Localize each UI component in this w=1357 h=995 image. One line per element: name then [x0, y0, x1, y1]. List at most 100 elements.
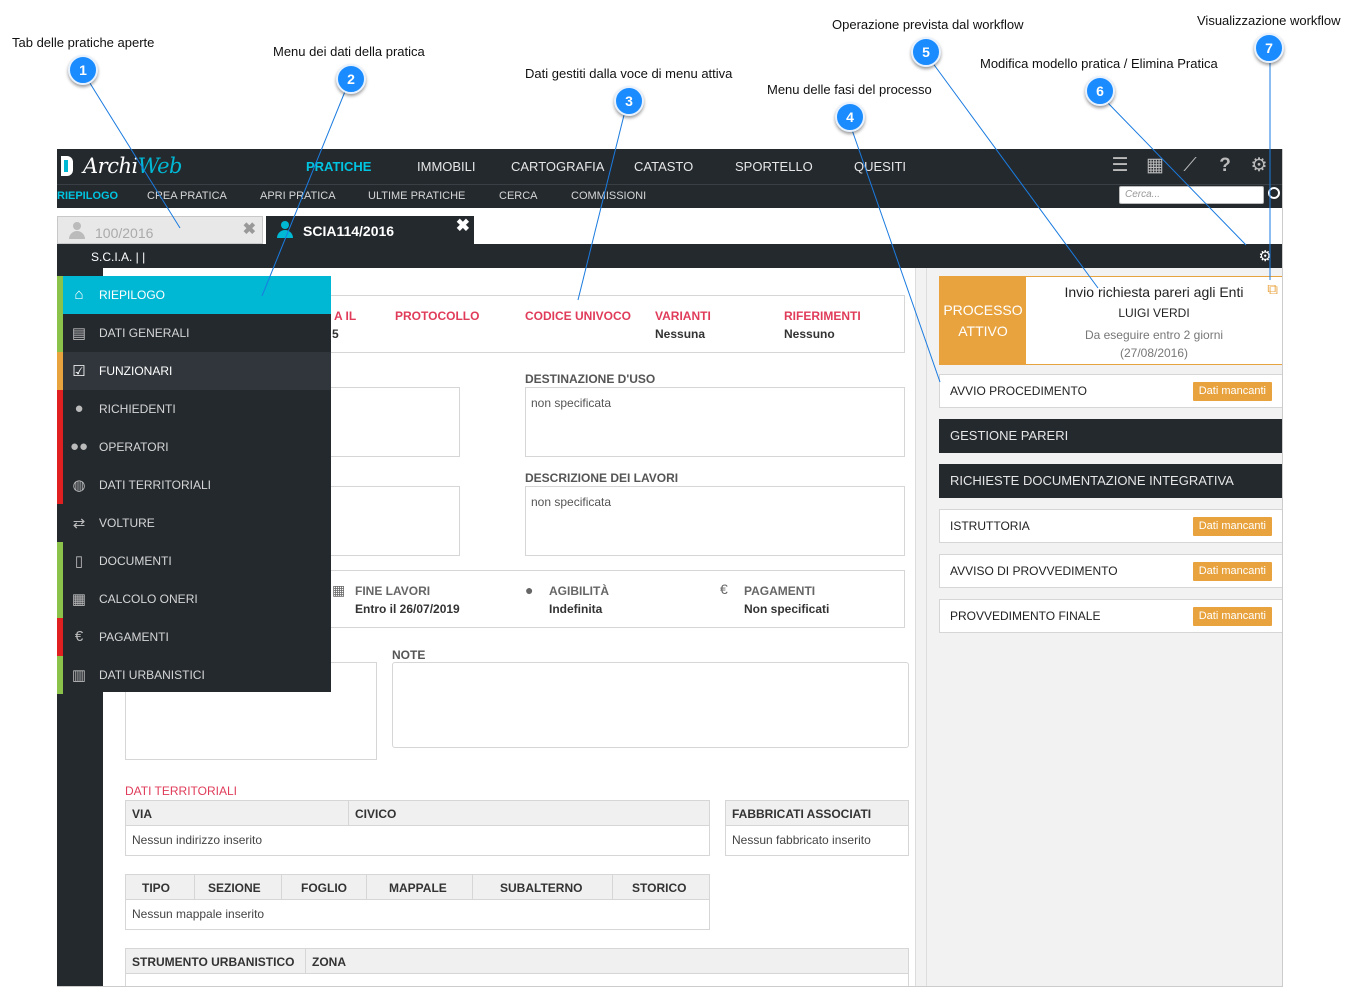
tab-100-2016[interactable]: 100/2016 ✖ [57, 216, 263, 244]
callout-label-6: Modifica modello pratica / Elimina Prati… [980, 56, 1218, 71]
territorial-section-title: DATI TERRITORIALI [125, 784, 238, 798]
open-practice-tabs: 100/2016 ✖ SCIA114/2016 ✖ [57, 208, 1282, 244]
menu-item-volture[interactable]: ⇄ VOLTURE [57, 504, 331, 542]
task-deadline: Da eseguire entro 2 giorni (27/08/2016) [1026, 326, 1282, 362]
works-field[interactable]: non specificata [525, 486, 905, 556]
phase-label: ISTRUTTORIA [950, 519, 1030, 533]
phase-richieste-documentazione[interactable]: RICHIESTE DOCUMENTAZIONE INTEGRATIVA [939, 464, 1282, 498]
close-icon[interactable]: ✖ [456, 216, 470, 236]
subnav-crea-pratica[interactable]: CREA PRATICA [147, 190, 227, 202]
address-table: VIA CIVICO Nessun indirizzo inserito [125, 800, 710, 856]
notes-textarea[interactable] [392, 662, 909, 748]
task-assignee: LUIGI VERDI [1118, 306, 1190, 320]
task-deadline-line-2: (27/08/2016) [1119, 346, 1189, 360]
buildings-table: FABBRICATI ASSOCIATI Nessun fabbricato i… [725, 800, 909, 856]
help-icon[interactable]: ? [1214, 155, 1236, 177]
column-header: FABBRICATI ASSOCIATI [732, 807, 872, 821]
table-header: TIPO SEZIONE FOGLIO MAPPALE SUBALTERNO S… [126, 875, 709, 900]
tab-label: SCIA114/2016 [303, 223, 395, 239]
active-process-tag: PROCESSO ATTIVO [940, 277, 1026, 364]
menu-item-dati-territoriali[interactable]: ◍ DATI TERRITORIALI [57, 466, 331, 504]
variants-value: Nessuna [655, 327, 706, 341]
task-deadline-line-1: Da eseguire entro 2 giorni [1084, 328, 1224, 342]
nav-cartografia[interactable]: CARTOGRAFIA [511, 159, 604, 174]
payments-label: PAGAMENTI [744, 584, 816, 598]
subnav-cerca[interactable]: CERCA [499, 190, 538, 202]
column-header: FOGLIO [301, 881, 347, 895]
logo[interactable]: ArchiWeb [61, 153, 182, 179]
calendar-icon[interactable]: ▦ [1144, 155, 1166, 177]
subnav-ultime-pratiche[interactable]: ULTIME PRATICHE [368, 190, 465, 202]
column-header: STRUMENTO URBANISTICO [132, 955, 295, 969]
nav-immobili[interactable]: IMMOBILI [417, 159, 476, 174]
menu-item-richiedenti[interactable]: ● RICHIEDENTI [57, 390, 331, 428]
nav-pratiche[interactable]: PRATICHE [306, 159, 371, 174]
phase-label: GESTIONE PARERI [950, 428, 1069, 443]
check-square-icon: ☑ [72, 363, 86, 380]
phase-gestione-pareri[interactable]: GESTIONE PARERI [939, 419, 1282, 453]
status-badge: Dati mancanti [1192, 607, 1272, 626]
table-header: VIA CIVICO [126, 801, 709, 826]
menu-item-calcolo-oneri[interactable]: ▦ CALCOLO ONERI [57, 580, 331, 618]
works-value: non specificata [531, 495, 612, 509]
menu-item-label: DATI TERRITORIALI [99, 478, 212, 492]
urban-table: STRUMENTO URBANISTICO ZONA [125, 948, 909, 986]
phase-label: AVVISO DI PROVVEDIMENTO [950, 564, 1118, 578]
active-tag-line-1: PROCESSO [943, 302, 1023, 318]
table-header: STRUMENTO URBANISTICO ZONA [126, 949, 908, 974]
nav-catasto[interactable]: CATASTO [634, 159, 693, 174]
use-field[interactable]: non specificata [525, 387, 905, 457]
menu-item-operatori[interactable]: ●● OPERATORI [57, 428, 331, 466]
nav-sportello[interactable]: SPORTELLO [735, 159, 813, 174]
agibility-label: AGIBILITÀ [549, 584, 609, 598]
menu-item-dati-generali[interactable]: ▤ DATI GENERALI [57, 314, 331, 352]
menu-item-funzionari[interactable]: ☑ FUNZIONARI [57, 352, 331, 390]
callout-badge-5: 5 [911, 37, 941, 67]
menu-item-documenti[interactable]: ▯ DOCUMENTI [57, 542, 331, 580]
tab-label: 100/2016 [95, 225, 154, 241]
column-header: STORICO [632, 881, 687, 895]
phase-provvedimento-finale[interactable]: PROVVEDIMENTO FINALE Dati mancanti [939, 599, 1282, 633]
menu-item-label: PAGAMENTI [99, 630, 169, 644]
gear-icon[interactable]: ⚙ [1248, 155, 1270, 177]
menu-item-riepilogo[interactable]: ⌂ RIEPILOGO [57, 276, 331, 314]
logo-mark-icon [61, 156, 73, 176]
table-empty-message: Nessun indirizzo inserito [132, 833, 263, 847]
column-header: TIPO [142, 881, 171, 895]
calculator-icon: ▦ [71, 591, 87, 608]
user-icon: ● [525, 582, 534, 598]
phase-avvio-procedimento[interactable]: AVVIO PROCEDIMENTO Dati mancanti [939, 374, 1282, 408]
callout-badge-6: 6 [1085, 76, 1115, 106]
phase-avviso-provvedimento[interactable]: AVVISO DI PROVVEDIMENTO Dati mancanti [939, 554, 1282, 588]
subnav-riepilogo[interactable]: RIEPILOGO [57, 190, 118, 202]
phase-istruttoria[interactable]: ISTRUTTORIA Dati mancanti [939, 509, 1282, 543]
chart-icon[interactable]: ⟋ [1179, 155, 1201, 177]
menu-item-dati-urbanistici[interactable]: ▥ DATI URBANISTICI [57, 656, 331, 694]
subnav-commissioni[interactable]: COMMISSIONI [571, 190, 646, 202]
tab-scia114-2016[interactable]: SCIA114/2016 ✖ [266, 216, 474, 244]
callout-label-5: Operazione prevista dal workflow [832, 17, 1024, 32]
menu-item-label: OPERATORI [99, 440, 169, 454]
use-label: DESTINAZIONE D'USO [525, 372, 656, 386]
external-link-icon[interactable]: ⧉ [1267, 281, 1278, 298]
active-tag-line-2: ATTIVO [958, 323, 1008, 339]
menu-item-pagamenti[interactable]: € PAGAMENTI [57, 618, 331, 656]
payments-value: Non specificati [744, 602, 830, 616]
search-icon[interactable] [1268, 187, 1280, 199]
nav-quesiti[interactable]: QUESITI [854, 159, 906, 174]
list-icon[interactable]: ☰ [1109, 155, 1131, 177]
task-title[interactable]: Invio richiesta pareri agli Enti [1026, 284, 1282, 300]
calendar-icon: ▦ [332, 582, 346, 598]
close-icon[interactable]: ✖ [243, 219, 256, 239]
gears-icon[interactable]: ⚙ [1259, 247, 1272, 265]
search-input[interactable]: Cerca... [1119, 186, 1264, 204]
references-value: Nessuno [784, 327, 835, 341]
practice-titlebar: S.C.I.A. | | ⚙ [57, 244, 1282, 268]
subnav-apri-pratica[interactable]: APRI PRATICA [260, 190, 336, 202]
column-header: SUBALTERNO [500, 881, 583, 895]
callout-label-2: Menu dei dati della pratica [273, 44, 425, 59]
column-header: MAPPALE [389, 881, 447, 895]
home-icon: ⌂ [74, 286, 84, 303]
use-value: non specificata [531, 396, 612, 410]
references-label: RIFERIMENTI [784, 309, 861, 323]
